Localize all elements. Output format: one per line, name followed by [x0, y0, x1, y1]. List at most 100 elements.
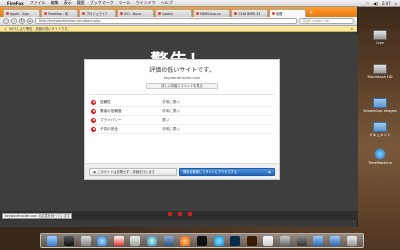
- rating-label: 子供の安全: [100, 126, 118, 131]
- warning-heading: 評価の低いサイトです。: [149, 67, 215, 74]
- desktop-icon-timemachine[interactable]: TimeMachine: [362, 148, 398, 165]
- tab-label: Apple - Sign: [10, 11, 30, 16]
- safari-icon[interactable]: [97, 235, 108, 246]
- preview-icon[interactable]: [130, 235, 141, 246]
- forward-arrow-icon: ▶: [268, 169, 271, 174]
- indicator-icon: [178, 212, 182, 216]
- status-bar: keywordtracker.com の応答を待っています...: [0, 211, 358, 220]
- wot-notification-bar: ⚠ WOTにより警告：評価の低いサイトです。 ✕: [0, 26, 357, 32]
- site-name: keywordtracker.com: [163, 76, 201, 80]
- search-input[interactable]: BAW classic car: [299, 18, 354, 24]
- desktop-icon-documents[interactable]: ドキュメント: [362, 122, 398, 138]
- spotlight-icon[interactable]: ⌕: [395, 1, 397, 6]
- favicon-icon: [158, 12, 161, 15]
- app-menu[interactable]: FireFox: [7, 1, 24, 6]
- hard-drive-icon: [373, 64, 387, 74]
- terminal-icon[interactable]: [196, 235, 207, 246]
- favicon-icon: [120, 12, 123, 15]
- tab-label: Coobiz: [162, 11, 173, 16]
- tab-apple[interactable]: Apple - Sign: [3, 9, 40, 17]
- desktop-icon-label: Live: [376, 41, 384, 45]
- home-icon[interactable]: ⌂: [27, 18, 33, 24]
- tab-bar: Apple - Sign PetaMap - 地 プロジェクトT ISO - N…: [0, 7, 357, 17]
- indicator-icon: [168, 212, 172, 216]
- menu-help[interactable]: ヘルプ: [161, 0, 173, 6]
- skype-icon[interactable]: [213, 235, 224, 246]
- tab-warning-active[interactable]: 危険: [269, 9, 306, 17]
- trash-icon[interactable]: [346, 235, 357, 246]
- desktop-icon-label: Macintosh HD: [367, 75, 393, 79]
- menu-view[interactable]: 表示: [64, 0, 72, 6]
- menu-bookmarks[interactable]: ブックマーク: [90, 0, 114, 6]
- ical-icon[interactable]: [113, 235, 124, 246]
- warning-panel: 評価の低いサイトです。 keywordtracker.com 詳しい評価とコメン…: [84, 59, 280, 180]
- tab-label: 危険: [276, 12, 283, 16]
- downloads-icon[interactable]: [313, 235, 324, 246]
- clock[interactable]: 2:47: [382, 1, 391, 6]
- photoshop-icon[interactable]: [230, 235, 241, 246]
- tab-bmwcoup[interactable]: MWKCoup.co: [193, 9, 230, 17]
- tab-coobiz[interactable]: Coobiz: [155, 9, 192, 17]
- dock: [40, 233, 364, 248]
- folder-icon: [373, 98, 387, 108]
- tab-label: ISO - Nuno -: [124, 11, 144, 16]
- tab-iso[interactable]: ISO - Nuno -: [117, 9, 154, 17]
- system-preferences-icon[interactable]: [280, 235, 291, 246]
- mail-icon[interactable]: [80, 235, 91, 246]
- favicon-icon: [272, 12, 275, 15]
- panel-footer: ◀ このサイトは訪問せず：評価を行います 警告を無視してサイトにアクセスする ▶: [85, 163, 279, 179]
- back-arrow-icon: ◀: [93, 169, 96, 174]
- desktop-icon-macintosh-hd[interactable]: Macintosh HD: [362, 64, 398, 79]
- indicator-icon: [188, 212, 192, 216]
- finder-icon[interactable]: [47, 235, 58, 246]
- firefox-icon[interactable]: [180, 235, 191, 246]
- proceed-anyway-button[interactable]: 警告を無視してサイトにアクセスする ▶: [179, 167, 275, 176]
- forward-icon[interactable]: ›: [11, 18, 17, 24]
- disk-icon: [373, 30, 387, 40]
- tab-project[interactable]: プロジェクトT: [79, 9, 116, 17]
- view-details-button[interactable]: 詳しい評価とコメントを見る: [146, 83, 218, 89]
- close-icon[interactable]: ✕: [350, 26, 353, 32]
- desktop-icon-simplecap[interactable]: SimpleCap Images: [362, 98, 398, 113]
- wot-warning-icon: ⚠: [4, 26, 7, 31]
- proceed-label: 警告を無視してサイトにアクセスする: [183, 170, 237, 174]
- dashboard-icon[interactable]: [63, 235, 74, 246]
- iphoto-icon[interactable]: [163, 235, 174, 246]
- menu-history[interactable]: 履歴: [77, 0, 85, 6]
- tab-petamap[interactable]: PetaMap - 地: [41, 9, 78, 17]
- rating-label: 信頼性: [100, 99, 111, 104]
- go-back-label: このサイトは訪問せず：評価を行います: [97, 170, 155, 174]
- reload-icon[interactable]: ↻: [19, 18, 25, 24]
- itunes-icon[interactable]: [147, 235, 158, 246]
- tab-label: PetaMap - 地: [48, 12, 69, 16]
- illustrator-icon[interactable]: [246, 235, 257, 246]
- menu-file[interactable]: ファイル: [30, 0, 46, 6]
- menu-edit[interactable]: 編集: [51, 0, 59, 6]
- wifi-icon[interactable]: ◠: [366, 1, 370, 6]
- menu-window[interactable]: ウインドウ: [136, 0, 156, 6]
- tab-label: MWKCoup.co: [200, 11, 221, 16]
- rating-label: プライバシー: [100, 117, 122, 122]
- textedit-icon[interactable]: [263, 235, 274, 246]
- rating-value: 非常に悪い: [162, 126, 180, 131]
- rating-row: 信頼性 非常に悪い: [91, 98, 273, 107]
- documents-icon[interactable]: [329, 235, 340, 246]
- menu-tools[interactable]: ツール: [119, 0, 131, 6]
- desktop-icon-label: ドキュメント: [369, 133, 391, 137]
- rating-row: プライバシー 悪い: [91, 116, 273, 125]
- rating-label: 業者の信頼度: [100, 108, 122, 113]
- favicon-icon: [6, 12, 9, 15]
- tab-bmw-1348[interactable]: 1348 BMW 33: [231, 9, 268, 17]
- tab-label: プロジェクトT: [86, 12, 108, 16]
- go-back-button[interactable]: ◀ このサイトは訪問せず：評価を行います: [89, 167, 177, 176]
- new-tab-button[interactable]: +: [309, 9, 313, 17]
- danger-rating-icon: [91, 99, 96, 105]
- volume-icon[interactable]: ◀): [373, 1, 378, 6]
- url-bar[interactable]: http://keywordtracker.com/back.php: [35, 18, 297, 24]
- menu-extras: ◠ ◀) 2:47 ⌕: [366, 1, 397, 6]
- desktop-icon-live[interactable]: Live: [362, 30, 398, 45]
- calculator-icon[interactable]: [296, 235, 307, 246]
- time-machine-icon: [374, 148, 386, 160]
- rating-value: 悪い: [162, 117, 170, 122]
- back-icon[interactable]: ‹: [3, 18, 9, 24]
